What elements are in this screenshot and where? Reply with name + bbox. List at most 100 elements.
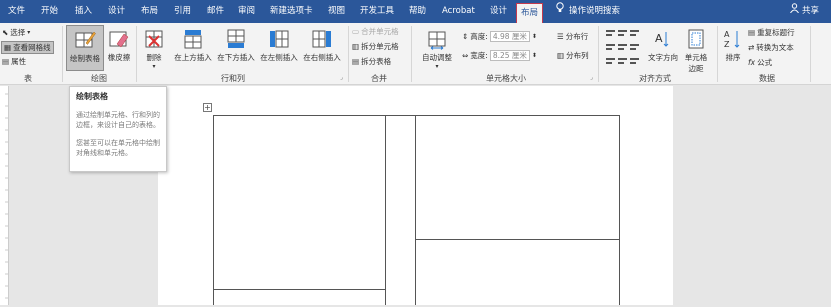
repeat-header-icon: ▤ xyxy=(748,28,756,37)
select-label: 选择 xyxy=(10,28,26,37)
merge-cells-label: 合并单元格 xyxy=(361,27,399,36)
height-field[interactable]: 4.98 厘米 xyxy=(489,31,530,42)
insert-right-icon xyxy=(301,28,343,52)
tab-new-tab[interactable]: 新建选项卡 xyxy=(270,0,313,23)
delete-label: 删除 xyxy=(146,53,162,62)
group-label-alignment: 对齐方式 xyxy=(639,74,671,83)
distribute-rows-icon: ☰ xyxy=(557,32,564,41)
group-label-merge: 合并 xyxy=(371,74,387,83)
insert-right-button[interactable]: 在右侧插入 xyxy=(301,25,343,63)
distribute-cols-button[interactable]: ▥ 分布列 xyxy=(557,50,589,61)
group-label-draw: 绘图 xyxy=(91,74,107,83)
view-gridlines-button[interactable]: ▦ 查看网格线 xyxy=(1,41,54,54)
svg-text:A: A xyxy=(655,32,663,45)
formula-icon: fx xyxy=(748,58,756,67)
split-cells-button[interactable]: ▥ 拆分单元格 xyxy=(352,41,399,52)
properties-button[interactable]: ▤ 属性 xyxy=(2,56,26,67)
split-table-button[interactable]: ▤ 拆分表格 xyxy=(352,56,391,67)
width-spinner-icon[interactable]: ⬍ xyxy=(532,52,537,59)
tab-acrobat[interactable]: Acrobat xyxy=(442,0,475,23)
svg-text:Z: Z xyxy=(724,40,730,49)
table-cell[interactable] xyxy=(385,115,416,305)
tab-review[interactable]: 审阅 xyxy=(238,0,255,23)
height-control: ⇕ 高度: 4.98 厘米 ⬍ xyxy=(462,31,537,42)
tab-developer[interactable]: 开发工具 xyxy=(360,0,394,23)
convert-to-text-icon: ⇄ xyxy=(748,43,755,52)
text-direction-label: 文字方向 xyxy=(648,53,678,62)
share-label: 共享 xyxy=(802,6,820,16)
alignment-grid xyxy=(604,28,642,68)
ribbon-tab-bar: 文件 开始 插入 设计 布局 引用 邮件 审阅 新建选项卡 视图 开发工具 帮助… xyxy=(0,0,831,23)
tell-me-search[interactable]: 操作说明搜索 xyxy=(556,0,620,23)
insert-above-label: 在上方插入 xyxy=(174,53,212,62)
eraser-label: 橡皮擦 xyxy=(107,53,131,62)
repeat-header-label: 重复标题行 xyxy=(757,28,795,37)
formula-button[interactable]: fx 公式 xyxy=(748,57,772,68)
chevron-down-icon: ▾ xyxy=(152,63,156,70)
autofit-icon xyxy=(417,28,457,52)
tab-file[interactable]: 文件 xyxy=(8,0,25,23)
sort-label: 排序 xyxy=(725,53,741,62)
tab-insert[interactable]: 插入 xyxy=(75,0,92,23)
group-label-data: 数据 xyxy=(759,74,775,83)
cursor-icon: ⬉ xyxy=(2,28,9,37)
select-button[interactable]: ⬉ 选择 ▾ xyxy=(2,27,30,38)
pencil-table-icon xyxy=(67,29,103,53)
insert-left-button[interactable]: 在左侧插入 xyxy=(258,25,300,63)
group-divider xyxy=(810,26,811,82)
insert-left-icon xyxy=(258,28,300,52)
tab-home[interactable]: 开始 xyxy=(41,0,58,23)
split-table-icon: ▤ xyxy=(352,57,360,66)
draw-table-button[interactable]: 绘制表格 xyxy=(66,25,104,71)
text-direction-button[interactable]: A 文字方向 xyxy=(646,25,680,63)
table-cell[interactable] xyxy=(213,115,386,290)
table-move-handle-icon[interactable]: + xyxy=(203,103,212,112)
tooltip-title: 绘制表格 xyxy=(76,92,108,101)
tell-me-label: 操作说明搜索 xyxy=(569,6,621,16)
cell-margins-button[interactable]: 单元格边距 xyxy=(682,25,710,74)
share-button[interactable]: 共享 xyxy=(790,0,819,23)
group-divider xyxy=(598,26,599,82)
group-divider xyxy=(62,26,63,82)
table-cell[interactable] xyxy=(415,115,620,240)
tab-table-design[interactable]: 设计 xyxy=(490,0,507,23)
rows-cols-dialog-launcher-icon[interactable]: ⌟ xyxy=(340,74,343,81)
group-divider xyxy=(136,26,137,82)
convert-to-text-button[interactable]: ⇄ 转换为文本 xyxy=(748,42,794,53)
draw-table-tooltip: 绘制表格 通过绘制单元格、行和列的边框，来设计自己的表格。 您甚至可以在单元格中… xyxy=(69,86,167,172)
tab-layout[interactable]: 布局 xyxy=(141,0,158,23)
tab-table-layout[interactable]: 布局 xyxy=(516,3,544,23)
width-label: 宽度: xyxy=(470,51,488,60)
vertical-ruler[interactable] xyxy=(0,86,9,305)
properties-icon: ▤ xyxy=(2,57,10,66)
tab-references[interactable]: 引用 xyxy=(174,0,191,23)
height-spinner-icon[interactable]: ⬍ xyxy=(532,33,537,40)
tab-mailings[interactable]: 邮件 xyxy=(207,0,224,23)
split-table-label: 拆分表格 xyxy=(361,57,392,66)
repeat-header-button[interactable]: ▤ 重复标题行 xyxy=(748,27,795,38)
tab-help[interactable]: 帮助 xyxy=(409,0,426,23)
group-divider xyxy=(717,26,718,82)
tab-design[interactable]: 设计 xyxy=(108,0,125,23)
width-field[interactable]: 8.25 厘米 xyxy=(489,50,530,61)
merge-cells-button[interactable]: ▭ 合并单元格 xyxy=(352,26,399,37)
row-height-icon: ⇕ xyxy=(462,32,469,41)
insert-right-label: 在右侧插入 xyxy=(303,53,341,62)
distribute-rows-button[interactable]: ☰ 分布行 xyxy=(557,31,588,42)
group-divider xyxy=(411,26,412,82)
insert-above-button[interactable]: 在上方插入 xyxy=(172,25,214,63)
table-cell[interactable] xyxy=(213,289,386,305)
eraser-icon xyxy=(104,28,134,52)
insert-below-button[interactable]: 在下方插入 xyxy=(215,25,257,63)
delete-button[interactable]: 删除 ▾ xyxy=(140,25,168,70)
sort-button[interactable]: AZ 排序 xyxy=(721,25,745,63)
convert-to-text-label: 转换为文本 xyxy=(756,43,794,52)
autofit-button[interactable]: 自动调整 ▾ xyxy=(417,25,457,70)
tab-view[interactable]: 视图 xyxy=(328,0,345,23)
table-cell[interactable] xyxy=(415,239,620,305)
cell-size-dialog-launcher-icon[interactable]: ⌟ xyxy=(590,74,593,81)
height-label: 高度: xyxy=(470,32,488,41)
insert-below-icon xyxy=(215,28,257,52)
eraser-button[interactable]: 橡皮擦 xyxy=(104,25,134,63)
insert-above-icon xyxy=(172,28,214,52)
